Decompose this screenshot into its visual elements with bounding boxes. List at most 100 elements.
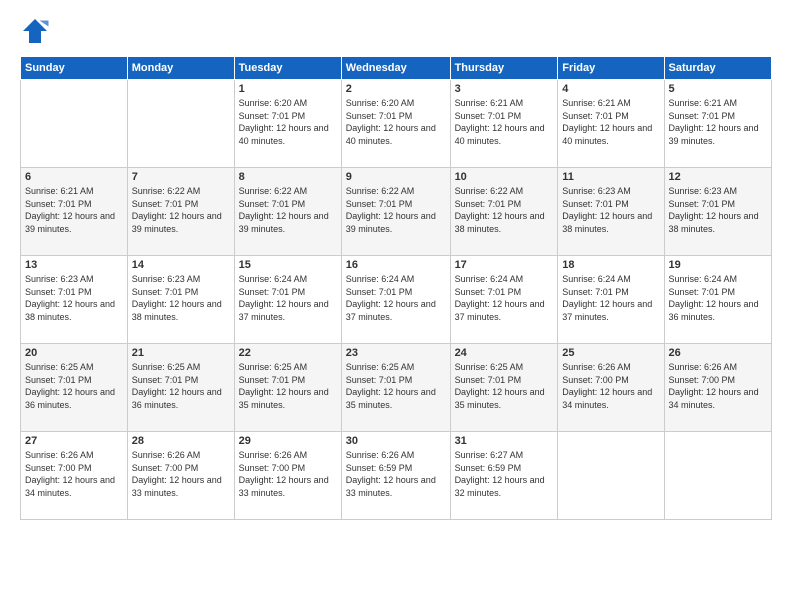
day-info: Sunrise: 6:20 AM Sunset: 7:01 PM Dayligh…	[346, 97, 446, 147]
calendar-cell: 10 Sunrise: 6:22 AM Sunset: 7:01 PM Dayli…	[450, 168, 558, 256]
weekday-header-friday: Friday	[558, 57, 664, 80]
calendar-cell: 15Sunrise: 6:24 AM Sunset: 7:01 PM Dayli…	[234, 256, 341, 344]
weekday-header-sunday: Sunday	[21, 57, 128, 80]
day-info: Sunrise: 6:25 AM Sunset: 7:01 PM Dayligh…	[132, 361, 230, 411]
day-number: 15	[239, 259, 337, 271]
day-number: 6	[25, 171, 123, 183]
day-number: 21	[132, 347, 230, 359]
day-number: 14	[132, 259, 230, 271]
calendar-cell: 23 Sunrise: 6:25 AM Sunset: 7:01 PM Dayli…	[341, 344, 450, 432]
calendar-cell: 13 Sunrise: 6:23 AM Sunset: 7:01 PM Dayli…	[21, 256, 128, 344]
day-info: Sunrise: 6:22 AM Sunset: 7:01 PM Dayligh…	[346, 185, 446, 235]
calendar-cell: 14Sunrise: 6:23 AM Sunset: 7:01 PM Dayli…	[127, 256, 234, 344]
weekday-header-row: SundayMondayTuesdayWednesdayThursdayFrid…	[21, 57, 772, 80]
day-info: Sunrise: 6:22 AM Sunset: 7:01 PM Dayligh…	[132, 185, 230, 235]
day-info: Sunrise: 6:26 AM Sunset: 7:00 PM Dayligh…	[239, 449, 337, 499]
day-info: Sunrise: 6:23 AM Sunset: 7:01 PM Dayligh…	[562, 185, 659, 235]
calendar-cell: 7 Sunrise: 6:22 AM Sunset: 7:01 PM Daylig…	[127, 168, 234, 256]
calendar-cell: 6 Sunrise: 6:21 AM Sunset: 7:01 PM Daylig…	[21, 168, 128, 256]
logo-icon	[20, 16, 50, 46]
day-info: Sunrise: 6:26 AM Sunset: 6:59 PM Dayligh…	[346, 449, 446, 499]
day-info: Sunrise: 6:21 AM Sunset: 7:01 PM Dayligh…	[25, 185, 123, 235]
day-number: 5	[669, 83, 767, 95]
calendar-cell	[558, 432, 664, 520]
calendar-cell: 22Sunrise: 6:25 AM Sunset: 7:01 PM Dayli…	[234, 344, 341, 432]
calendar-cell: 1 Sunrise: 6:20 AM Sunset: 7:01 PM Daylig…	[234, 80, 341, 168]
weekday-header-wednesday: Wednesday	[341, 57, 450, 80]
day-number: 19	[669, 259, 767, 271]
calendar-cell: 11 Sunrise: 6:23 AM Sunset: 7:01 PM Dayli…	[558, 168, 664, 256]
day-number: 13	[25, 259, 123, 271]
calendar-cell: 17 Sunrise: 6:24 AM Sunset: 7:01 PM Dayli…	[450, 256, 558, 344]
day-info: Sunrise: 6:26 AM Sunset: 7:00 PM Dayligh…	[25, 449, 123, 499]
day-info: Sunrise: 6:22 AM Sunset: 7:01 PM Dayligh…	[239, 185, 337, 235]
logo	[20, 16, 54, 46]
calendar-cell: 19Sunrise: 6:24 AM Sunset: 7:01 PM Dayli…	[664, 256, 771, 344]
day-info: Sunrise: 6:21 AM Sunset: 7:01 PM Dayligh…	[669, 97, 767, 147]
day-number: 22	[239, 347, 337, 359]
weekday-header-monday: Monday	[127, 57, 234, 80]
day-info: Sunrise: 6:25 AM Sunset: 7:01 PM Dayligh…	[25, 361, 123, 411]
calendar-cell: 31Sunrise: 6:27 AM Sunset: 6:59 PM Dayli…	[450, 432, 558, 520]
day-number: 29	[239, 435, 337, 447]
day-number: 30	[346, 435, 446, 447]
day-number: 3	[455, 83, 554, 95]
week-row-1: 1 Sunrise: 6:20 AM Sunset: 7:01 PM Daylig…	[21, 80, 772, 168]
day-number: 4	[562, 83, 659, 95]
day-info: Sunrise: 6:24 AM Sunset: 7:01 PM Dayligh…	[562, 273, 659, 323]
day-info: Sunrise: 6:26 AM Sunset: 7:00 PM Dayligh…	[562, 361, 659, 411]
calendar-cell: 5 Sunrise: 6:21 AM Sunset: 7:01 PM Daylig…	[664, 80, 771, 168]
day-info: Sunrise: 6:23 AM Sunset: 7:01 PM Dayligh…	[669, 185, 767, 235]
weekday-header-saturday: Saturday	[664, 57, 771, 80]
calendar-cell	[21, 80, 128, 168]
day-info: Sunrise: 6:22 AM Sunset: 7:01 PM Dayligh…	[455, 185, 554, 235]
day-number: 7	[132, 171, 230, 183]
day-number: 11	[562, 171, 659, 183]
weekday-header-tuesday: Tuesday	[234, 57, 341, 80]
day-info: Sunrise: 6:24 AM Sunset: 7:01 PM Dayligh…	[455, 273, 554, 323]
calendar-cell	[664, 432, 771, 520]
day-number: 1	[239, 83, 337, 95]
day-number: 18	[562, 259, 659, 271]
week-row-2: 6 Sunrise: 6:21 AM Sunset: 7:01 PM Daylig…	[21, 168, 772, 256]
day-number: 9	[346, 171, 446, 183]
day-number: 17	[455, 259, 554, 271]
header	[20, 16, 772, 46]
calendar-cell	[127, 80, 234, 168]
weekday-header-thursday: Thursday	[450, 57, 558, 80]
calendar-table: SundayMondayTuesdayWednesdayThursdayFrid…	[20, 56, 772, 520]
calendar-cell: 30 Sunrise: 6:26 AM Sunset: 6:59 PM Dayli…	[341, 432, 450, 520]
calendar-cell: 8 Sunrise: 6:22 AM Sunset: 7:01 PM Daylig…	[234, 168, 341, 256]
day-info: Sunrise: 6:24 AM Sunset: 7:01 PM Dayligh…	[346, 273, 446, 323]
day-number: 2	[346, 83, 446, 95]
day-number: 31	[455, 435, 554, 447]
calendar-cell: 24 Sunrise: 6:25 AM Sunset: 7:01 PM Dayli…	[450, 344, 558, 432]
calendar-cell: 16Sunrise: 6:24 AM Sunset: 7:01 PM Dayli…	[341, 256, 450, 344]
day-info: Sunrise: 6:25 AM Sunset: 7:01 PM Dayligh…	[455, 361, 554, 411]
calendar-cell: 29 Sunrise: 6:26 AM Sunset: 7:00 PM Dayli…	[234, 432, 341, 520]
calendar-cell: 27Sunrise: 6:26 AM Sunset: 7:00 PM Dayli…	[21, 432, 128, 520]
calendar-cell: 28 Sunrise: 6:26 AM Sunset: 7:00 PM Dayli…	[127, 432, 234, 520]
day-info: Sunrise: 6:26 AM Sunset: 7:00 PM Dayligh…	[132, 449, 230, 499]
calendar-cell: 26Sunrise: 6:26 AM Sunset: 7:00 PM Dayli…	[664, 344, 771, 432]
week-row-4: 20 Sunrise: 6:25 AM Sunset: 7:01 PM Dayli…	[21, 344, 772, 432]
calendar-cell: 18 Sunrise: 6:24 AM Sunset: 7:01 PM Dayli…	[558, 256, 664, 344]
day-number: 23	[346, 347, 446, 359]
day-info: Sunrise: 6:25 AM Sunset: 7:01 PM Dayligh…	[346, 361, 446, 411]
day-number: 8	[239, 171, 337, 183]
day-info: Sunrise: 6:23 AM Sunset: 7:01 PM Dayligh…	[25, 273, 123, 323]
calendar-cell: 21 Sunrise: 6:25 AM Sunset: 7:01 PM Dayli…	[127, 344, 234, 432]
calendar-cell: 4Sunrise: 6:21 AM Sunset: 7:01 PM Daylig…	[558, 80, 664, 168]
day-number: 20	[25, 347, 123, 359]
day-number: 12	[669, 171, 767, 183]
calendar-cell: 12 Sunrise: 6:23 AM Sunset: 7:01 PM Dayli…	[664, 168, 771, 256]
day-info: Sunrise: 6:20 AM Sunset: 7:01 PM Dayligh…	[239, 97, 337, 147]
day-number: 25	[562, 347, 659, 359]
day-number: 10	[455, 171, 554, 183]
week-row-5: 27Sunrise: 6:26 AM Sunset: 7:00 PM Dayli…	[21, 432, 772, 520]
day-number: 24	[455, 347, 554, 359]
day-info: Sunrise: 6:26 AM Sunset: 7:00 PM Dayligh…	[669, 361, 767, 411]
calendar-cell: 9 Sunrise: 6:22 AM Sunset: 7:01 PM Daylig…	[341, 168, 450, 256]
day-number: 28	[132, 435, 230, 447]
calendar-cell: 3Sunrise: 6:21 AM Sunset: 7:01 PM Daylig…	[450, 80, 558, 168]
